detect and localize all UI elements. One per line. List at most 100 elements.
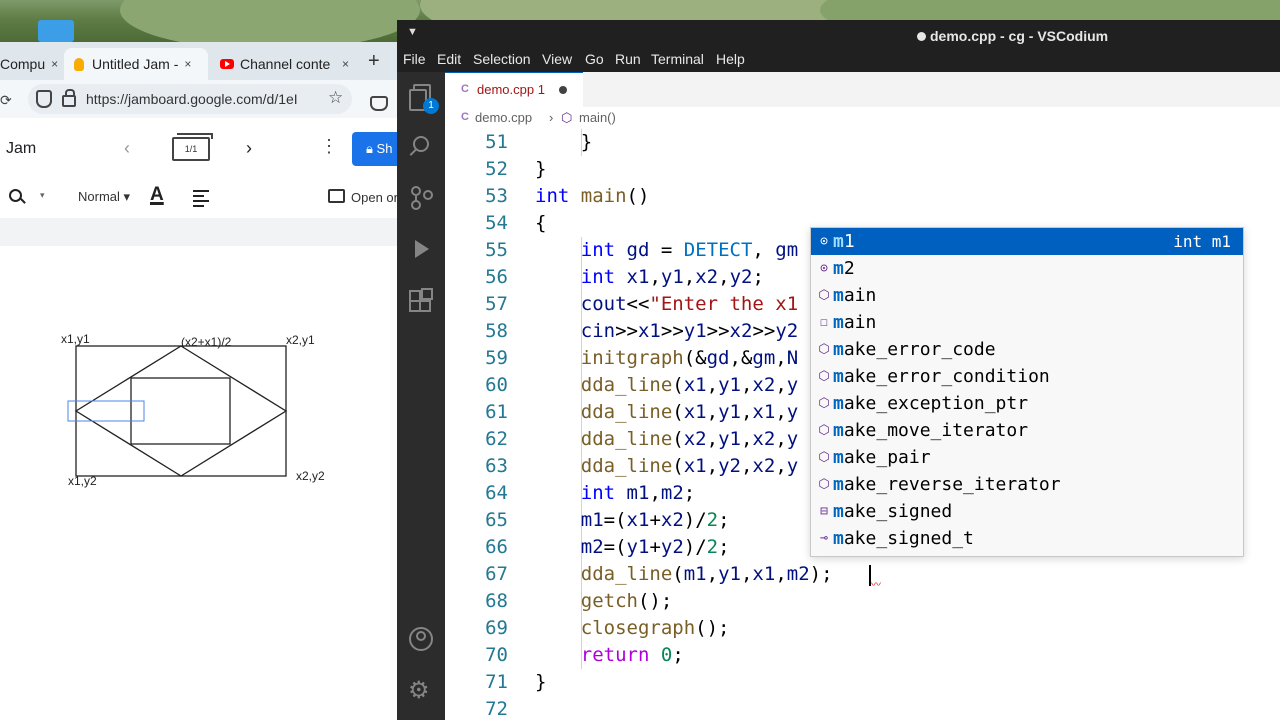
modified-dot-icon[interactable] <box>559 86 567 94</box>
suggestion-item[interactable]: ⬡ make_pair <box>811 444 1243 471</box>
jam-canvas[interactable]: x1,y1 (x2+x1)/2 x2,y1 x1,y2 x2,y2 <box>0 246 398 720</box>
code-line[interactable]: 69 closegraph(); <box>445 615 1280 642</box>
tab-label: Compu <box>0 56 46 72</box>
line-number: 70 <box>485 644 508 666</box>
source-control-icon[interactable] <box>409 186 433 210</box>
code-text: getch(); <box>580 590 673 612</box>
suggestion-item[interactable]: ⊟ make_signed <box>811 498 1243 525</box>
method-icon: ⬡ <box>818 450 830 465</box>
line-number: 61 <box>485 401 508 423</box>
suggestion-item[interactable]: ⊙ m2 <box>811 255 1243 282</box>
window-menu-icon[interactable]: ▼ <box>407 26 418 38</box>
jam-title[interactable]: Jam <box>6 140 36 158</box>
menu-view[interactable]: View <box>542 51 572 67</box>
code-line[interactable]: 51 } <box>445 129 1280 156</box>
suggestion-item[interactable]: ⊙ m1 int m1 <box>811 228 1243 255</box>
suggestion-item[interactable]: ⬡ main <box>811 282 1243 309</box>
code-line[interactable]: 53 int main() <box>445 183 1280 210</box>
reload-icon[interactable]: ⟳ <box>0 92 12 109</box>
more-vert-icon[interactable]: ⋮ <box>320 136 338 157</box>
code-text: int gd = DETECT, gm <box>580 239 799 261</box>
text-style-select[interactable]: Normal ▾ <box>78 189 130 205</box>
new-tab-button[interactable]: + <box>368 50 380 73</box>
code-line[interactable]: 68 getch(); <box>445 588 1280 615</box>
tab-demo-cpp[interactable]: C demo.cpp 1 <box>445 72 583 107</box>
browser-tab-compu[interactable]: Compu × <box>0 48 60 80</box>
gear-icon[interactable]: ⚙ <box>408 679 432 703</box>
breadcrumb-file[interactable]: demo.cpp <box>475 110 532 125</box>
line-number: 52 <box>485 158 508 180</box>
frame-counter[interactable]: 1/1 <box>172 133 213 161</box>
extensions-icon[interactable] <box>409 288 433 314</box>
suggestion-item[interactable]: ⬡ make_exception_ptr <box>811 390 1243 417</box>
breadcrumb-separator: › <box>549 110 554 125</box>
suggestion-item[interactable]: ⬡ make_error_code <box>811 336 1243 363</box>
line-number: 54 <box>485 212 508 234</box>
jamboard-toolbar: ▾ Normal ▾ A Open or <box>0 180 398 219</box>
line-number: 56 <box>485 266 508 288</box>
menu-go[interactable]: Go <box>585 51 604 67</box>
zoom-dropdown-icon[interactable]: ▾ <box>40 190 45 201</box>
lock-icon[interactable] <box>62 89 76 107</box>
previous-frame-icon[interactable]: ‹ <box>124 138 130 159</box>
tab-close-icon[interactable]: × <box>184 57 191 71</box>
tab-close-icon[interactable]: × <box>51 57 58 71</box>
line-number: 62 <box>485 428 508 450</box>
align-left-icon[interactable] <box>193 190 209 210</box>
line-number: 67 <box>485 563 508 585</box>
suggestion-item[interactable]: ⊸ make_signed_t <box>811 525 1243 552</box>
next-frame-icon[interactable]: › <box>246 138 252 159</box>
jamboard-header: Jam ‹ 1/1 › ⋮ 🔒︎ Sh <box>0 118 398 180</box>
code-line[interactable]: 70 return 0; <box>445 642 1280 669</box>
zoom-icon[interactable] <box>9 189 22 202</box>
window-title-text: demo.cpp - cg - VSCodium <box>930 28 1109 44</box>
shield-icon[interactable] <box>36 90 52 108</box>
tab-label: Channel conte <box>240 56 331 72</box>
suggestion-label: m1 <box>833 231 855 252</box>
code-line[interactable]: 71} <box>445 669 1280 696</box>
search-icon[interactable] <box>409 134 433 158</box>
suggestion-label: make_signed <box>833 501 953 522</box>
address-bar[interactable]: https://jamboard.google.com/d/1eI <box>28 84 352 114</box>
bookmark-star-icon[interactable]: ☆ <box>328 88 343 108</box>
line-number: 55 <box>485 239 508 261</box>
desktop-folder-icon[interactable] <box>38 20 74 42</box>
browser-tab-jamboard[interactable]: Untitled Jam - × <box>64 48 208 80</box>
method-icon: ⬡ <box>818 423 830 438</box>
open-on-device-button[interactable]: Open or <box>328 189 398 205</box>
line-number: 68 <box>485 590 508 612</box>
label-x2-y1: x2,y1 <box>286 333 315 347</box>
menu-selection[interactable]: Selection <box>473 51 531 67</box>
code-text: dda_line(x2,y1,x2,y <box>580 428 799 450</box>
share-button[interactable]: 🔒︎ Sh <box>352 132 398 166</box>
explorer-badge: 1 <box>423 98 439 114</box>
method-icon: ⬡ <box>818 288 830 303</box>
suggestion-label: make_exception_ptr <box>833 393 1029 414</box>
code-text: } <box>535 158 547 180</box>
suggestion-item[interactable]: ⬡ make_error_condition <box>811 363 1243 390</box>
breadcrumb: C demo.cpp › ⬡ main() <box>445 107 1280 129</box>
diamond-shape <box>74 345 288 477</box>
pocket-icon[interactable] <box>370 96 388 111</box>
suggestion-label: make_pair <box>833 447 931 468</box>
suggestion-item[interactable]: ☐ main <box>811 309 1243 336</box>
text-icon: ☐ <box>820 315 828 330</box>
suggestion-item[interactable]: ⬡ make_move_iterator <box>811 417 1243 444</box>
code-line[interactable]: 67 dda_line(m1,y1,x1,m2); <box>445 561 1280 588</box>
code-line[interactable]: 52} <box>445 156 1280 183</box>
code-text: dda_line(x1,y1,x1,y <box>580 401 799 423</box>
menu-help[interactable]: Help <box>716 51 745 67</box>
breadcrumb-symbol[interactable]: main() <box>579 110 616 125</box>
text-color-icon[interactable]: A <box>150 184 164 206</box>
menu-run[interactable]: Run <box>615 51 641 67</box>
suggestion-item[interactable]: ⬡ make_reverse_iterator <box>811 471 1243 498</box>
menu-file[interactable]: File <box>403 51 426 67</box>
menu-edit[interactable]: Edit <box>437 51 461 67</box>
menu-terminal[interactable]: Terminal <box>651 51 704 67</box>
run-debug-icon[interactable] <box>409 238 433 262</box>
tab-close-icon[interactable]: × <box>342 57 349 71</box>
explorer-files-icon[interactable]: 1 <box>409 84 439 114</box>
account-icon[interactable] <box>409 627 433 651</box>
code-line[interactable]: 72 <box>445 696 1280 720</box>
browser-tab-youtube[interactable]: Channel conte × <box>220 48 350 80</box>
